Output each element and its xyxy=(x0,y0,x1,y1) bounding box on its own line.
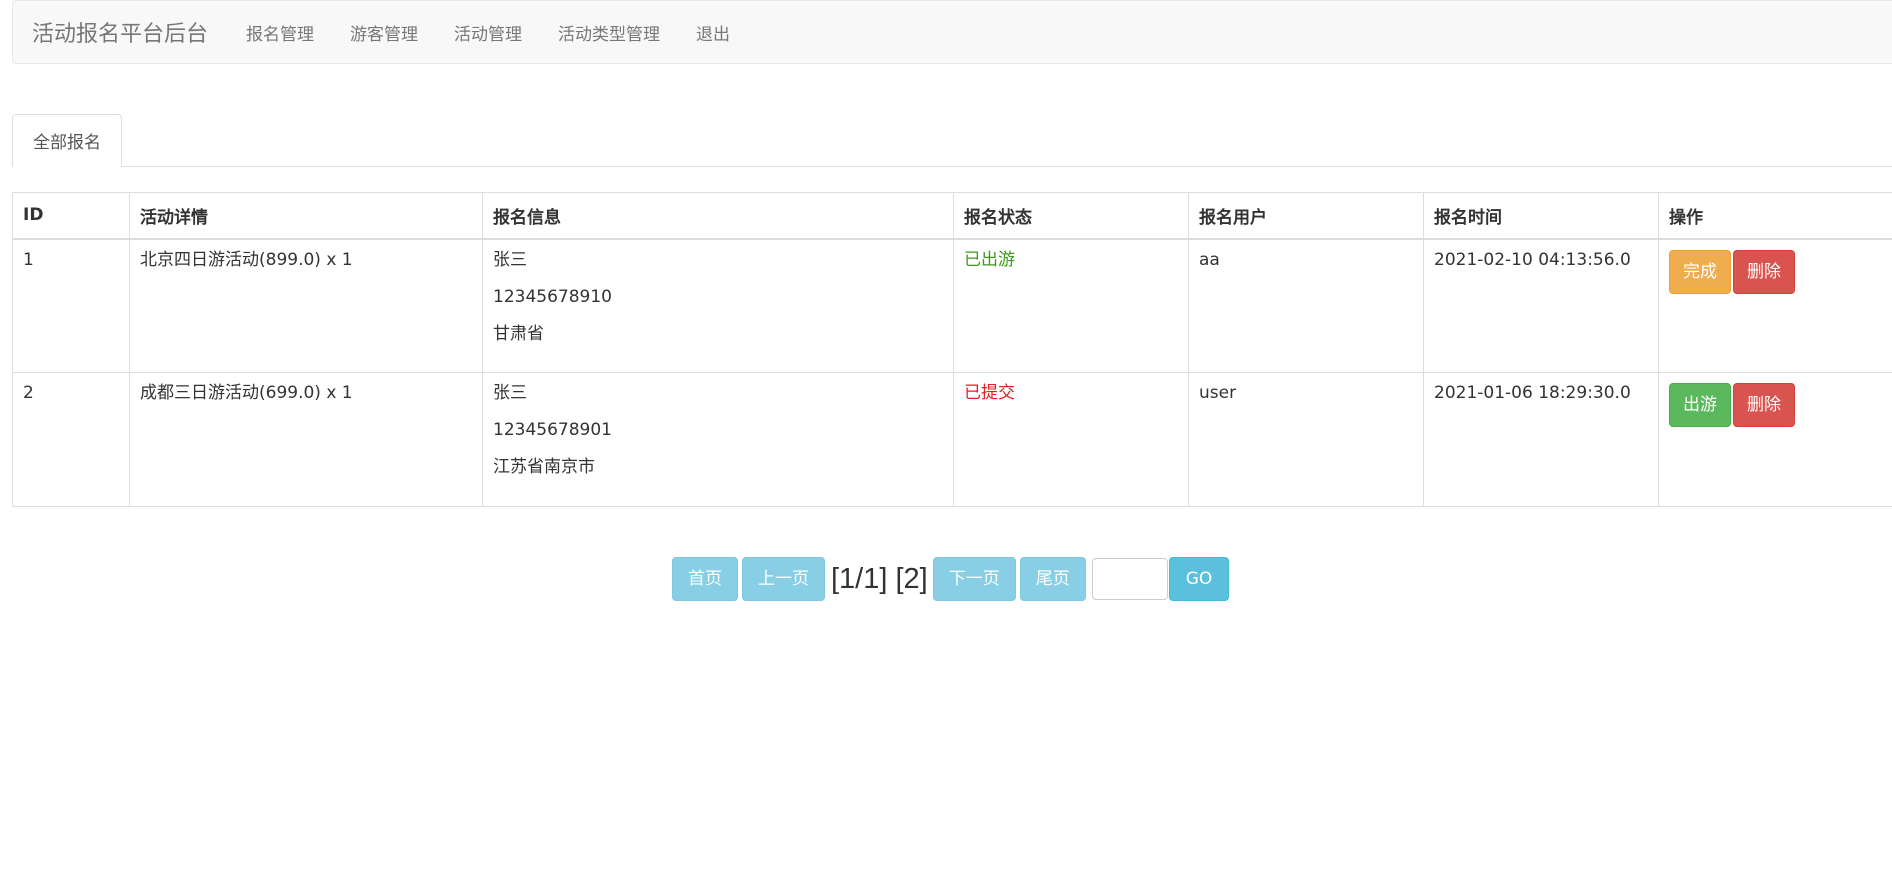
signup-address: 甘肃省 xyxy=(493,323,544,344)
pagination: 首页 上一页 [1/1] [2] 下一页 尾页 GO xyxy=(672,557,1233,601)
travel-button[interactable]: 出游 xyxy=(1669,383,1731,427)
header-signup-time: 报名时间 xyxy=(1423,192,1659,240)
header-signup-status: 报名状态 xyxy=(953,192,1189,240)
table-row: 2 成都三日游活动(699.0) x 1 张三 12345678901 江苏省南… xyxy=(12,372,1892,507)
nav-link-activity-type-management[interactable]: 活动类型管理 xyxy=(540,20,678,45)
header-id: ID xyxy=(12,192,130,240)
delete-button[interactable]: 删除 xyxy=(1733,249,1795,294)
page-info: [1/1] [2] xyxy=(831,562,928,595)
cell-actions: 完成 删除 xyxy=(1658,238,1892,373)
page-number-input[interactable] xyxy=(1091,558,1168,600)
status-label: 已提交 xyxy=(964,383,1015,403)
cell-signup-info: 张三 12345678910 甘肃省 xyxy=(482,238,954,373)
nav-link-logout[interactable]: 退出 xyxy=(678,20,748,45)
cell-signup-user: user xyxy=(1188,372,1424,507)
table-header-row: ID 活动详情 报名信息 报名状态 报名用户 报名时间 操作 xyxy=(12,192,1892,240)
brand-title[interactable]: 活动报名平台后台 xyxy=(32,16,208,48)
cell-signup-time: 2021-02-10 04:13:56.0 xyxy=(1423,238,1659,373)
signup-name: 张三 xyxy=(493,383,527,403)
delete-button[interactable]: 删除 xyxy=(1733,383,1795,427)
cell-signup-status: 已出游 xyxy=(953,238,1189,373)
cell-signup-user: aa xyxy=(1188,238,1424,373)
signup-table: ID 活动详情 报名信息 报名状态 报名用户 报名时间 操作 1 北京四日游活动… xyxy=(12,192,1892,507)
header-signup-user: 报名用户 xyxy=(1188,192,1424,240)
nav-link-signup-management[interactable]: 报名管理 xyxy=(228,20,332,45)
header-actions: 操作 xyxy=(1658,192,1892,240)
prev-page-button[interactable]: 上一页 xyxy=(742,557,825,601)
cell-id: 1 xyxy=(12,238,130,373)
signup-phone: 12345678910 xyxy=(493,286,612,307)
header-activity-detail: 活动详情 xyxy=(129,192,483,240)
cell-activity-detail: 北京四日游活动(899.0) x 1 xyxy=(129,238,483,373)
cell-signup-status: 已提交 xyxy=(953,372,1189,507)
status-label: 已出游 xyxy=(964,249,1015,270)
cell-id: 2 xyxy=(12,372,130,507)
cell-signup-info: 张三 12345678901 江苏省南京市 xyxy=(482,372,954,507)
table-row: 1 北京四日游活动(899.0) x 1 张三 12345678910 甘肃省 … xyxy=(12,238,1892,373)
cell-actions: 出游 删除 xyxy=(1658,372,1892,507)
signup-address: 江苏省南京市 xyxy=(493,457,595,477)
cell-activity-detail: 成都三日游活动(699.0) x 1 xyxy=(129,372,483,507)
signup-name: 张三 xyxy=(493,249,527,270)
nav-link-activity-management[interactable]: 活动管理 xyxy=(436,20,540,45)
cell-signup-time: 2021-01-06 18:29:30.0 xyxy=(1423,372,1659,507)
nav-link-visitor-management[interactable]: 游客管理 xyxy=(332,20,436,45)
go-button[interactable]: GO xyxy=(1168,557,1230,601)
next-page-button[interactable]: 下一页 xyxy=(932,557,1016,601)
header-signup-info: 报名信息 xyxy=(482,192,954,240)
signup-phone: 12345678901 xyxy=(493,420,612,440)
first-page-button[interactable]: 首页 xyxy=(672,557,738,601)
tab-all-signups[interactable]: 全部报名 xyxy=(12,114,122,167)
last-page-button[interactable]: 尾页 xyxy=(1019,557,1086,601)
top-navbar: 活动报名平台后台 报名管理 游客管理 活动管理 活动类型管理 退出 xyxy=(12,0,1892,64)
complete-button[interactable]: 完成 xyxy=(1669,249,1731,294)
tab-bar: 全部报名 xyxy=(12,114,1892,167)
